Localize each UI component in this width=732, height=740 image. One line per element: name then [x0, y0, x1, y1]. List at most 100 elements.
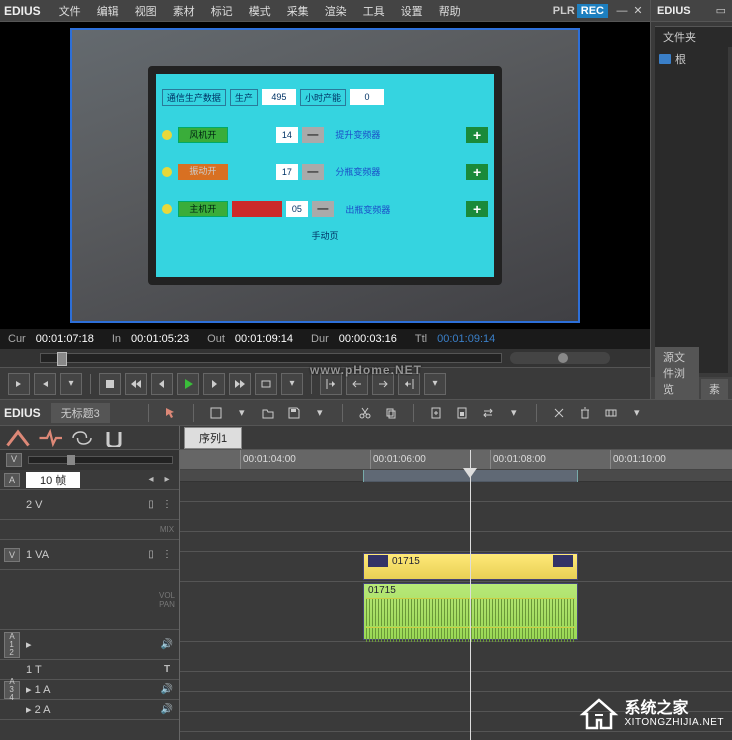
bin-tab-source-browse[interactable]: 源文件浏览 — [655, 347, 699, 399]
rewind-button[interactable] — [125, 373, 147, 395]
dropdown-paste[interactable]: ▾ — [504, 403, 524, 423]
a12-patch[interactable]: A 1 2 — [4, 632, 20, 658]
open-button[interactable] — [258, 403, 278, 423]
menu-edit[interactable]: 编辑 — [89, 1, 127, 21]
v-patch-1va[interactable]: V — [4, 548, 20, 562]
scrub-slider[interactable] — [40, 353, 502, 363]
dropdown-1[interactable]: ▾ — [60, 373, 82, 395]
menu-render[interactable]: 渲染 — [317, 1, 355, 21]
track-1t-label[interactable]: 1 T — [26, 664, 159, 676]
paste-overwrite-button[interactable] — [452, 403, 472, 423]
tc-ttl-val[interactable]: 00:01:09:14 — [437, 333, 495, 345]
bin-tab-clip[interactable]: 素 — [701, 379, 728, 399]
scroll-left-icon[interactable]: ◂ — [143, 474, 159, 485]
tc-dur-val[interactable]: 00:00:03:16 — [339, 333, 397, 345]
app-logo: EDIUS — [4, 4, 41, 18]
expand-icon[interactable]: ⋮ — [159, 499, 175, 510]
menu-help[interactable]: 帮助 — [431, 1, 469, 21]
set-in-button[interactable] — [8, 373, 30, 395]
prev-frame-button[interactable] — [151, 373, 173, 395]
emb-field2-label: 小时产能 — [300, 89, 346, 106]
scroll-right-icon[interactable]: ▸ — [159, 474, 175, 485]
frames-display[interactable]: 10 帧 — [26, 472, 80, 488]
speaker-icon[interactable]: 🔊 — [159, 639, 175, 650]
bin-root-folder[interactable]: 根 — [659, 51, 724, 67]
dropdown-save[interactable]: ▾ — [310, 403, 330, 423]
video-icon[interactable]: ▯ — [143, 549, 159, 560]
menu-capture[interactable]: 采集 — [279, 1, 317, 21]
bin-tree[interactable]: 根 — [655, 47, 728, 373]
dropdown-new[interactable]: ▾ — [232, 403, 252, 423]
sync-mode-icon[interactable] — [70, 429, 94, 447]
dropdown-delete[interactable]: ▾ — [627, 403, 647, 423]
delete-inout-button[interactable] — [601, 403, 621, 423]
expand-icon[interactable]: ⋮ — [159, 549, 175, 560]
playhead[interactable] — [470, 450, 471, 740]
dropdown-2[interactable]: ▾ — [281, 373, 303, 395]
menu-tools[interactable]: 工具 — [355, 1, 393, 21]
track-a12-label[interactable]: ▸ — [26, 638, 159, 651]
emb-plus2: + — [466, 164, 488, 180]
ripple-delete-button[interactable] — [549, 403, 569, 423]
speaker-icon[interactable]: 🔊 — [159, 704, 175, 715]
save-button[interactable] — [284, 403, 304, 423]
sequence-tab[interactable]: 序列1 — [184, 427, 242, 449]
shuttle-control[interactable] — [510, 352, 610, 364]
copy-button[interactable] — [381, 403, 401, 423]
cut-button[interactable] — [355, 403, 375, 423]
scrub-bar: www.pHome.NET — [0, 349, 650, 367]
a-patch[interactable]: A — [4, 473, 20, 487]
video-icon[interactable]: ▯ — [143, 499, 159, 510]
site-branding: 系统之家 XITONGZHIJIA.NET — [579, 696, 725, 732]
loop-button[interactable] — [255, 373, 277, 395]
speaker-icon[interactable]: 🔊 — [159, 684, 175, 695]
menu-clip[interactable]: 素材 — [165, 1, 203, 21]
scrub-thumb[interactable] — [57, 352, 67, 366]
snap-mode-icon[interactable] — [102, 429, 126, 447]
bin-folder-tab[interactable]: 文件夹 — [655, 26, 732, 47]
track-headers: V A 10 帧 ◂ ▸ 2 V ▯ ⋮ MIX — [0, 450, 180, 740]
fast-forward-button[interactable] — [229, 373, 251, 395]
bin-layout-icon[interactable]: ▭ — [716, 4, 726, 17]
menu-view[interactable]: 视图 — [127, 1, 165, 21]
menu-file[interactable]: 文件 — [51, 1, 89, 21]
title-icon[interactable]: T — [159, 664, 175, 675]
minimize-icon[interactable]: — — [614, 5, 630, 17]
cursor-tool-icon[interactable] — [161, 403, 181, 423]
menu-mode[interactable]: 模式 — [241, 1, 279, 21]
next-frame-button[interactable] — [203, 373, 225, 395]
emb-num3: 05 — [286, 201, 308, 217]
tc-cur-val[interactable]: 00:01:07:18 — [36, 333, 94, 345]
preview-frame[interactable]: 通信生产数据 生产 495 小时产能 0 风机开 14 — — [70, 28, 580, 323]
watermark-text: www.pHome.NET — [310, 363, 422, 377]
delete-button[interactable] — [575, 403, 595, 423]
play-button[interactable] — [177, 373, 199, 395]
dropdown-3[interactable]: ▾ — [424, 373, 446, 395]
menu-marker[interactable]: 标记 — [203, 1, 241, 21]
v-patch[interactable]: V — [6, 453, 22, 467]
project-name[interactable]: 无标题3 — [51, 403, 110, 423]
zoom-thumb[interactable] — [67, 455, 75, 465]
zoom-slider[interactable] — [28, 456, 173, 464]
replace-button[interactable] — [478, 403, 498, 423]
mode-rec[interactable]: REC — [577, 4, 608, 18]
a34-patch[interactable]: A 3 4 — [4, 681, 20, 699]
timeline-ruler[interactable]: 00:01:04:00 00:01:06:00 00:01:08:00 00:0… — [180, 450, 732, 470]
set-out-button[interactable] — [34, 373, 56, 395]
track-lane-1va-audio[interactable]: 01715 — [180, 582, 732, 642]
track-2a-label[interactable]: ▸ 2 A — [26, 703, 159, 716]
stop-button[interactable] — [99, 373, 121, 395]
track-1a-label[interactable]: ▸ 1 A — [26, 683, 159, 696]
track-2v-label[interactable]: 2 V — [26, 499, 143, 511]
new-button[interactable] — [206, 403, 226, 423]
insert-mode-icon[interactable] — [6, 429, 30, 447]
close-icon[interactable]: ✕ — [630, 4, 646, 17]
menu-settings[interactable]: 设置 — [393, 1, 431, 21]
ripple-mode-icon[interactable] — [38, 429, 62, 447]
track-lane-1va-video[interactable]: 01715 — [180, 552, 732, 582]
paste-insert-button[interactable] — [426, 403, 446, 423]
tc-in-val[interactable]: 00:01:05:23 — [131, 333, 189, 345]
mode-plr[interactable]: PLR — [553, 5, 575, 17]
track-1va-label[interactable]: 1 VA — [26, 549, 143, 561]
tc-out-val[interactable]: 00:01:09:14 — [235, 333, 293, 345]
